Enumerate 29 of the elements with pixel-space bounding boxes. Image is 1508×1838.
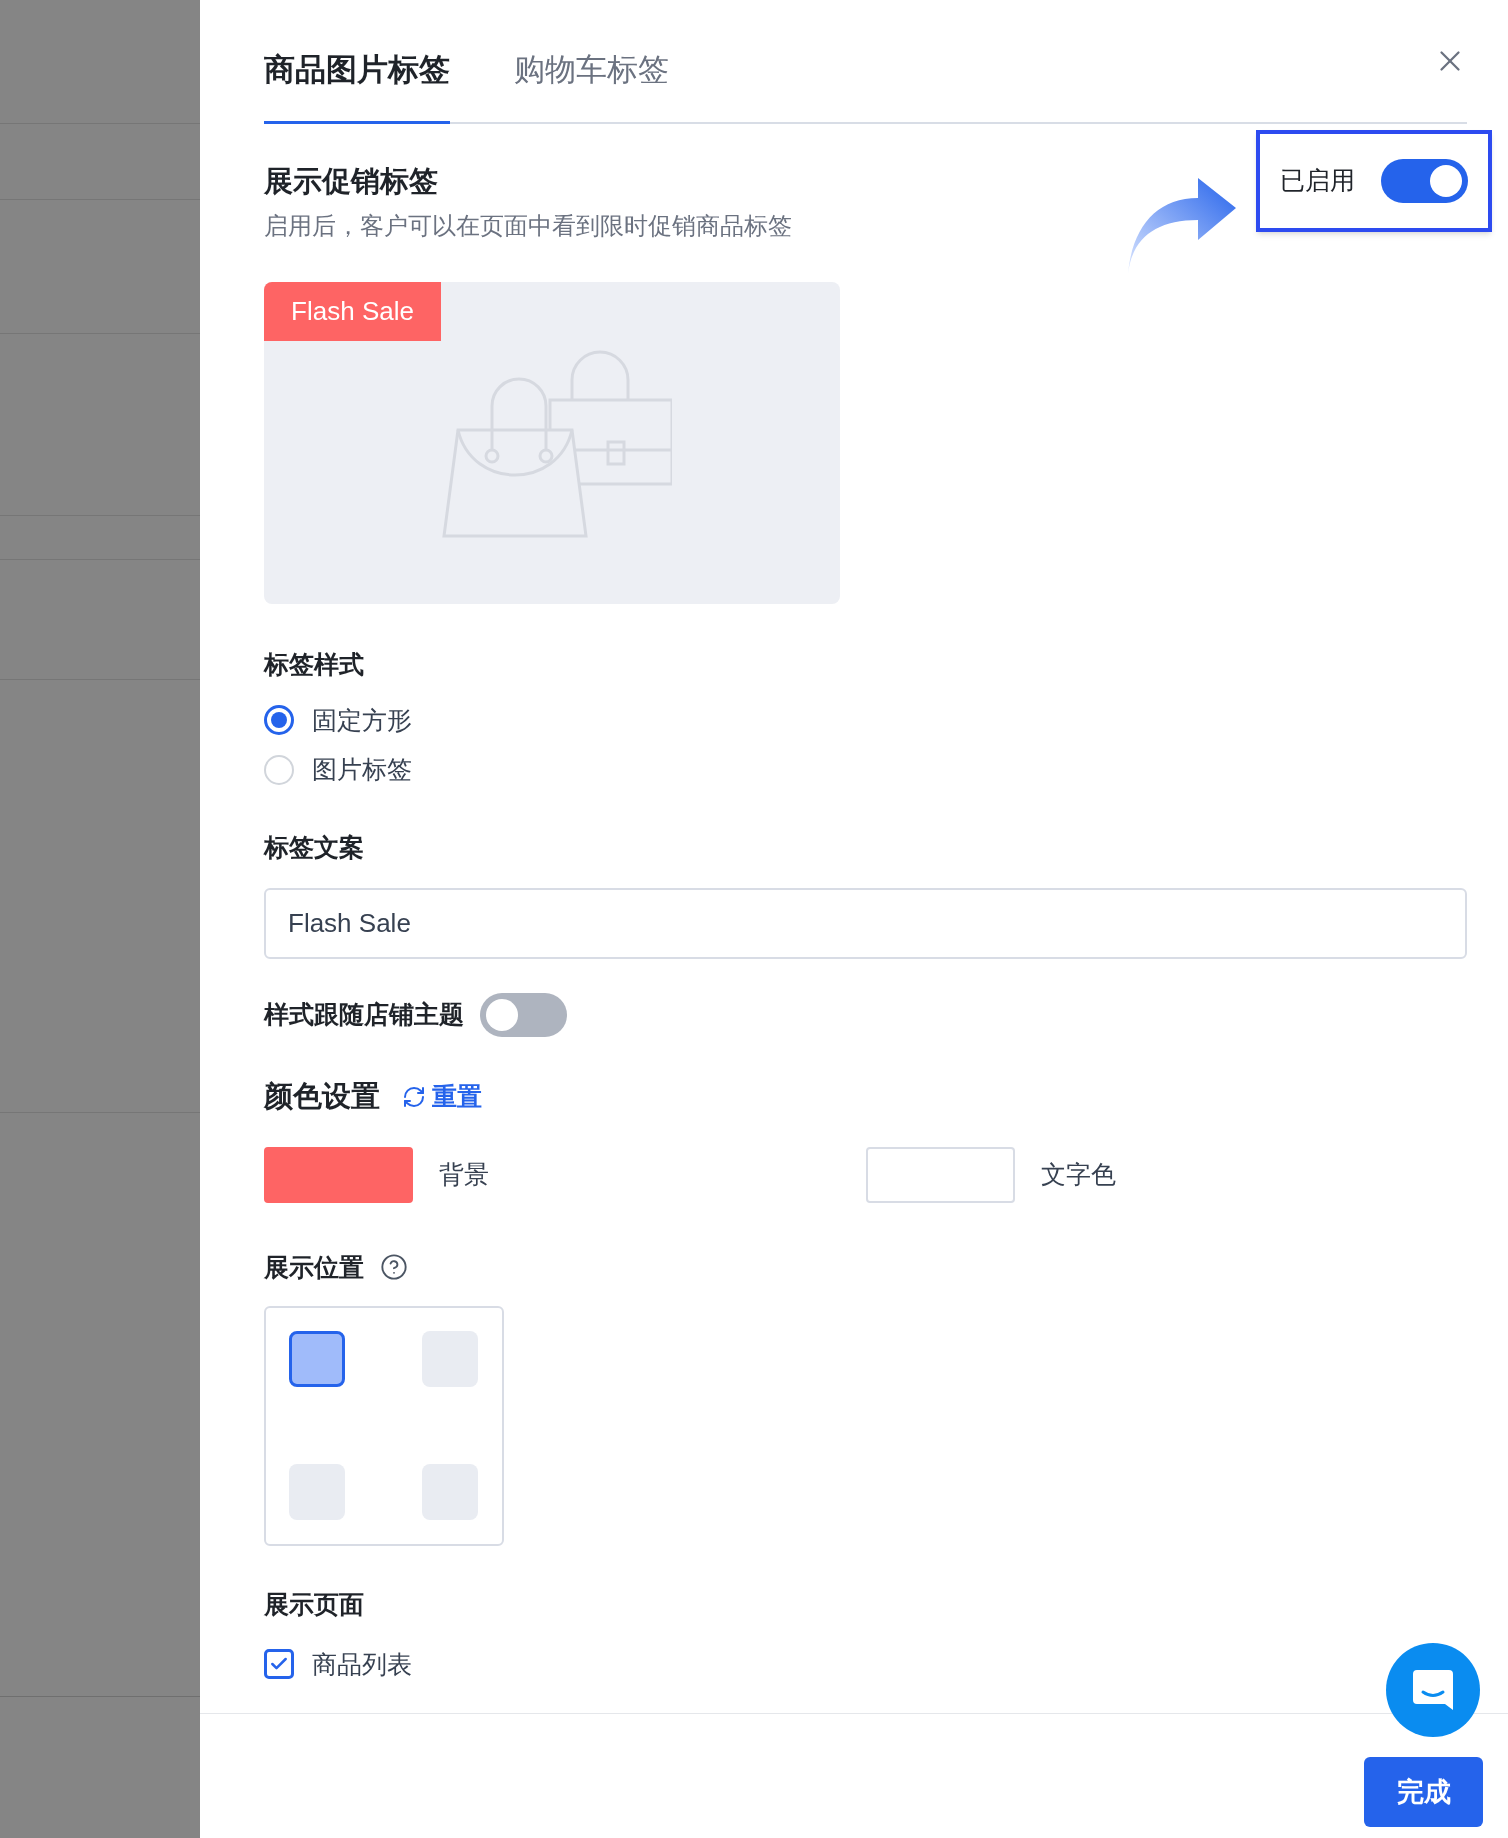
toggle-label: 已启用 (1280, 165, 1355, 197)
section-title: 颜色设置 (264, 1079, 380, 1114)
field-title: 标签文案 (264, 831, 365, 863)
help-icon (380, 1253, 408, 1282)
field-title: 展示页面 (264, 1589, 365, 1620)
tab[interactable]: 购物车标签 (514, 46, 669, 124)
done-button[interactable]: 完成 (1364, 1757, 1483, 1827)
swatch-label: 背景 (439, 1158, 489, 1190)
reset-link[interactable]: 重置 (402, 1078, 482, 1116)
enable-toggle[interactable] (1381, 159, 1468, 203)
toggle-label: 样式跟随店铺主题 (264, 999, 464, 1031)
field-title: 标签样式 (264, 649, 365, 680)
radio-label[interactable]: 图片标签 (312, 751, 412, 789)
section-title: 展示促销标签 (264, 164, 439, 199)
flash-sale-badge: Flash Sale (264, 282, 441, 341)
chat-icon (1411, 1668, 1455, 1712)
color-swatch[interactable] (264, 1146, 413, 1203)
tab[interactable]: 商品图片标签 (264, 46, 450, 124)
theme-toggle[interactable] (480, 993, 567, 1037)
checkbox[interactable] (264, 1649, 294, 1680)
field-title: 展示位置 (264, 1251, 364, 1283)
checkbox-label[interactable]: 商品列表 (312, 1645, 412, 1683)
section-description: 启用后，客户可以在页面中看到限时促销商品标签 (264, 210, 793, 241)
refresh-icon (402, 1084, 426, 1109)
radio-button[interactable] (264, 705, 294, 736)
radio-label[interactable]: 固定方形 (312, 701, 412, 739)
label-text-input[interactable]: Flash Sale (264, 888, 1467, 959)
position-option[interactable] (289, 1331, 345, 1387)
swatch-label: 文字色 (1040, 1158, 1116, 1190)
